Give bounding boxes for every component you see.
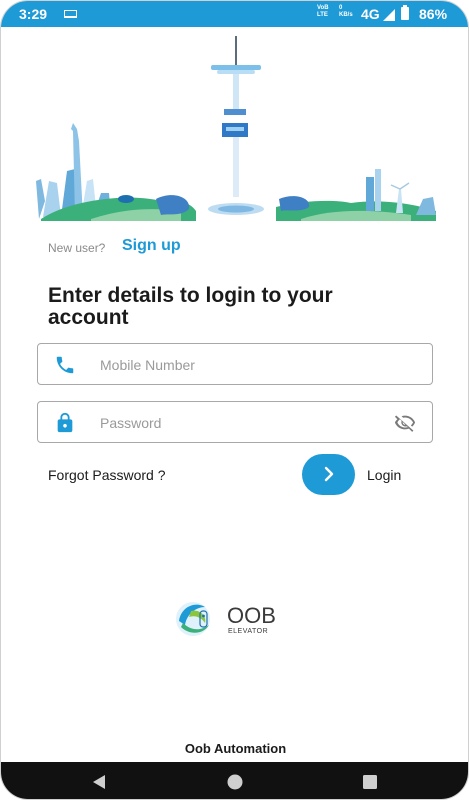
- mobile-number-field[interactable]: [37, 343, 433, 385]
- city-tower-illustration: [36, 36, 436, 221]
- mobile-number-input[interactable]: [98, 352, 372, 378]
- phone-screen: 3:29 VoB LTE 0 KB/s 4G 86% New user? Sig…: [0, 0, 469, 800]
- footer-company-name: Oob Automation: [184, 741, 287, 756]
- home-icon[interactable]: [226, 773, 244, 791]
- signal-icon: [383, 9, 395, 21]
- new-user-prompt: New user?: [48, 241, 106, 255]
- recents-icon[interactable]: [361, 773, 379, 791]
- sign-up-link[interactable]: Sign up: [122, 237, 181, 255]
- chevron-right-icon: [324, 466, 334, 482]
- phone-icon: [56, 356, 74, 374]
- network-type: 4G: [361, 6, 380, 22]
- system-nav-bar: [1, 762, 468, 799]
- eye-off-icon[interactable]: [392, 412, 418, 434]
- password-input[interactable]: [98, 410, 372, 436]
- lock-icon: [57, 412, 73, 433]
- oob-elevator-logo: OOB ELEVATOR: [176, 602, 276, 636]
- back-icon[interactable]: [90, 773, 108, 791]
- laptop-icon: [64, 10, 77, 18]
- battery-percent: 86%: [419, 6, 448, 22]
- status-bar: 3:29 VoB LTE 0 KB/s 4G 86%: [1, 1, 468, 27]
- forgot-password-link[interactable]: Forgot Password ?: [48, 467, 166, 483]
- svg-text:OOB: OOB: [227, 603, 276, 628]
- password-field[interactable]: [37, 401, 433, 443]
- page-title: Enter details to login to your account: [48, 284, 333, 329]
- login-label[interactable]: Login: [367, 467, 401, 483]
- battery-icon: [401, 5, 409, 20]
- svg-text:ELEVATOR: ELEVATOR: [228, 628, 268, 635]
- data-speed: 0 KB/s: [339, 5, 353, 18]
- login-button[interactable]: [302, 454, 355, 495]
- status-time: 3:29: [19, 6, 48, 22]
- volte-indicator: VoB LTE: [317, 5, 329, 18]
